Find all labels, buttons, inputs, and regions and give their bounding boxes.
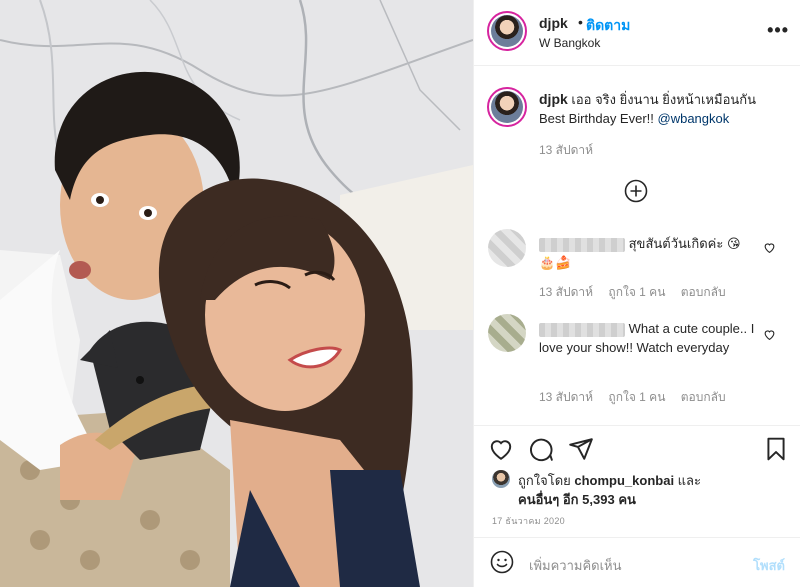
likes-others-prefix: คนอื่นๆ อีก [518, 492, 583, 507]
post-comment-button[interactable]: โพสต์ [753, 555, 785, 576]
bookmark-icon[interactable] [763, 436, 789, 462]
heart-icon[interactable] [488, 436, 514, 462]
share-icon[interactable] [568, 436, 594, 462]
comment-text: What a cute couple.. I love your show!! … [539, 319, 764, 357]
more-icon[interactable]: ••• [767, 20, 789, 41]
instagram-post: djpk • ติดตาม W Bangkok ••• djpk เออ จริ… [0, 0, 800, 587]
author-username[interactable]: djpk [539, 15, 568, 31]
comment-meta: 13 สัปดาห์ ถูกใจ 1 คน ตอบกลับ [539, 388, 738, 407]
follow-button[interactable]: ติดตาม [586, 15, 630, 37]
caption-time: 13 สัปดาห์ [539, 143, 594, 157]
comment-likes[interactable]: ถูกใจ 1 คน [608, 285, 665, 299]
liker-username[interactable]: chompu_konbai [574, 473, 674, 488]
liker-avatar[interactable] [492, 470, 510, 488]
comment-body: สุขสันต์วันเกิดค่ะ 😘 [628, 236, 741, 251]
photo-illustration [0, 0, 473, 587]
post-side-panel: djpk • ติดตาม W Bangkok ••• djpk เออ จริ… [473, 0, 800, 587]
likes-suffix: และ [674, 473, 702, 488]
comment-like-icon[interactable] [763, 328, 776, 341]
caption-mention[interactable]: @wbangkok [658, 111, 730, 126]
comment-meta: 13 สัปดาห์ ถูกใจ 1 คน ตอบกลับ [539, 283, 738, 302]
comment-input[interactable]: เพิ่มความคิดเห็น [529, 555, 622, 576]
comment-like-icon[interactable] [763, 241, 776, 254]
add-comment-bar: เพิ่มความคิดเห็น โพสต์ [474, 537, 800, 587]
likes-others-suffix: คน [614, 492, 636, 507]
comment-time: 13 สัปดาห์ [539, 390, 594, 404]
comment-time: 13 สัปดาห์ [539, 285, 594, 299]
comment-icon[interactable] [528, 436, 554, 462]
comment-avatar-blurred[interactable] [488, 314, 526, 352]
post-header: djpk • ติดตาม W Bangkok ••• [474, 0, 800, 66]
action-bar [474, 425, 800, 475]
author-avatar[interactable] [487, 11, 527, 51]
comment-likes[interactable]: ถูกใจ 1 คน [608, 390, 665, 404]
likes-prefix: ถูกใจโดย [518, 473, 575, 488]
location-link[interactable]: W Bangkok [539, 36, 600, 50]
comment-text: สุขสันต์วันเกิดค่ะ 😘 🎂🍰 [539, 234, 764, 272]
comment-avatar-blurred[interactable] [488, 229, 526, 267]
caption-username[interactable]: djpk [539, 91, 568, 107]
post-date[interactable]: 17 ธันวาคม 2020 [492, 514, 565, 528]
header-separator: • [578, 14, 583, 30]
likes-line-1: ถูกใจโดย chompu_konbai และ [518, 470, 701, 491]
reply-button[interactable]: ตอบกลับ [681, 285, 726, 299]
plus-circle-icon[interactable] [624, 179, 648, 203]
post-photo[interactable] [0, 0, 473, 587]
likes-count: 5,393 [582, 492, 615, 507]
comment-username-blurred[interactable] [539, 237, 625, 252]
caption-author-avatar[interactable] [487, 87, 527, 127]
comment-username-blurred[interactable] [539, 322, 625, 337]
likes-others[interactable]: คนอื่นๆ อีก 5,393 คน [518, 489, 636, 510]
comment-emoji-line: 🎂🍰 [539, 255, 572, 270]
caption-text: djpk เออ จริง ยิ่งนาน ยิ่งหน้าเหมือนกัน … [539, 90, 784, 128]
reply-button[interactable]: ตอบกลับ [681, 390, 726, 404]
emoji-icon[interactable] [490, 550, 514, 574]
